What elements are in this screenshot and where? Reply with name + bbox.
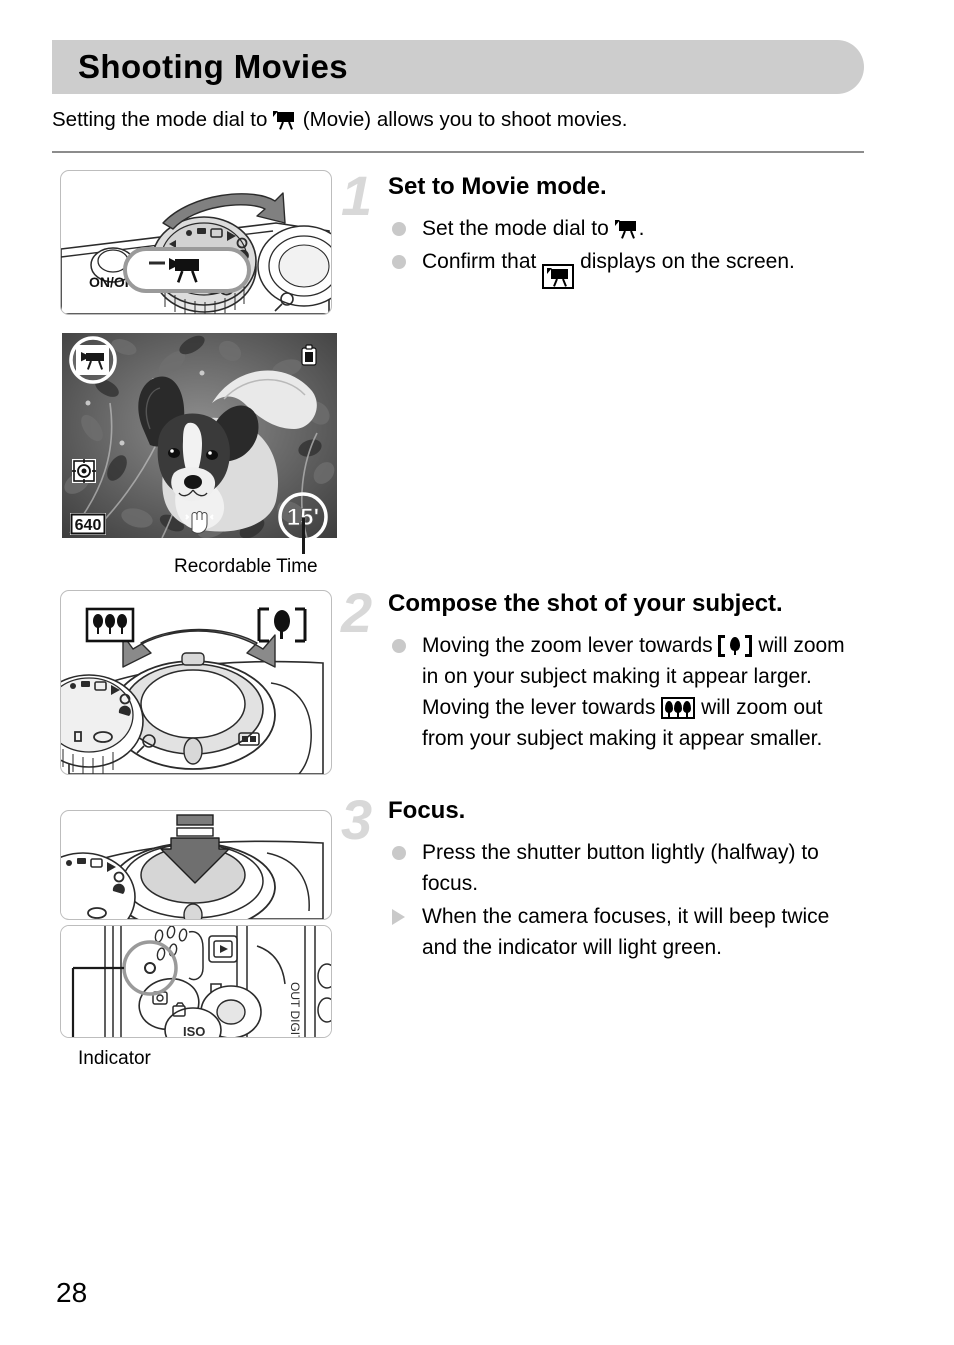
lcd-preview-figure: 640 15' [62, 333, 337, 538]
bullet-dot-icon [392, 255, 406, 269]
step-1-bullet-2-before: Confirm that [422, 250, 537, 273]
header-divider [52, 151, 864, 153]
bullet-dot-icon [392, 846, 406, 860]
list-item: Press the shutter button lightly (halfwa… [388, 837, 868, 899]
step-2-number: 2 [341, 581, 373, 644]
resolution-indicator: 640 [75, 517, 102, 534]
shutter-button-figure [60, 810, 332, 920]
step-3-bullet-1-text: Press the shutter button lightly (halfwa… [422, 841, 819, 895]
step-3-title: Focus. [388, 797, 466, 824]
intro-text: Setting the mode dial to (Movie) allows … [52, 106, 882, 134]
mode-dial-figure: P ON/OFF [60, 170, 332, 315]
step-3-bullets: Press the shutter button lightly (halfwa… [388, 837, 868, 965]
movie-icon [614, 220, 639, 239]
port-side-text: OUT DIGITAL [288, 982, 302, 1037]
list-item: Confirm that displays on the screen. [388, 246, 878, 289]
list-item: Set the mode dial to . [388, 213, 878, 244]
movie-boxed-icon [542, 264, 575, 289]
step-2-bullets: Moving the zoom lever towards will zoom … [388, 630, 858, 756]
wide-angle-icon [661, 697, 696, 719]
indicator-figure: ISO OUT DIGITAL [60, 925, 332, 1038]
list-item: When the camera focuses, it will beep tw… [388, 901, 868, 963]
step-1-bullet-1-before: Set the mode dial to [422, 217, 609, 240]
step-1-title: Set to Movie mode. [388, 173, 607, 200]
step-1-bullets: Set the mode dial to . Confirm that disp… [388, 213, 878, 291]
recordable-time-caption: Recordable Time [174, 556, 318, 577]
movie-icon [273, 111, 297, 130]
page-title: Shooting Movies [78, 48, 348, 85]
bullet-triangle-icon [392, 909, 405, 925]
step-2-bullet-seg-1: Moving the zoom lever towards [422, 634, 713, 657]
page-number: 28 [56, 1277, 88, 1308]
intro-text-before: Setting the mode dial to [52, 108, 268, 131]
step-1-bullet-2-after: displays on the screen. [580, 250, 795, 273]
step-2-title: Compose the shot of your subject. [388, 590, 783, 617]
zoom-lever-figure [60, 590, 332, 775]
step-3-number: 3 [341, 788, 373, 851]
bullet-dot-icon [392, 639, 406, 653]
bullet-dot-icon [392, 222, 406, 236]
telephoto-icon [718, 635, 753, 657]
movie-icon [547, 268, 569, 287]
recordable-time-leader-line [302, 518, 305, 554]
indicator-caption: Indicator [78, 1048, 151, 1069]
list-item: Moving the zoom lever towards will zoom … [388, 630, 858, 754]
step-3-bullet-2-text: When the camera focuses, it will beep tw… [422, 905, 830, 959]
telephoto-icon-figure [257, 607, 307, 643]
wide-angle-icon-figure [85, 607, 135, 643]
step-1-number: 1 [341, 164, 373, 227]
intro-text-after: (Movie) allows you to shoot movies. [302, 108, 628, 131]
svg-text:ISO: ISO [183, 1024, 205, 1037]
step-1-bullet-1-after: . [638, 217, 645, 240]
